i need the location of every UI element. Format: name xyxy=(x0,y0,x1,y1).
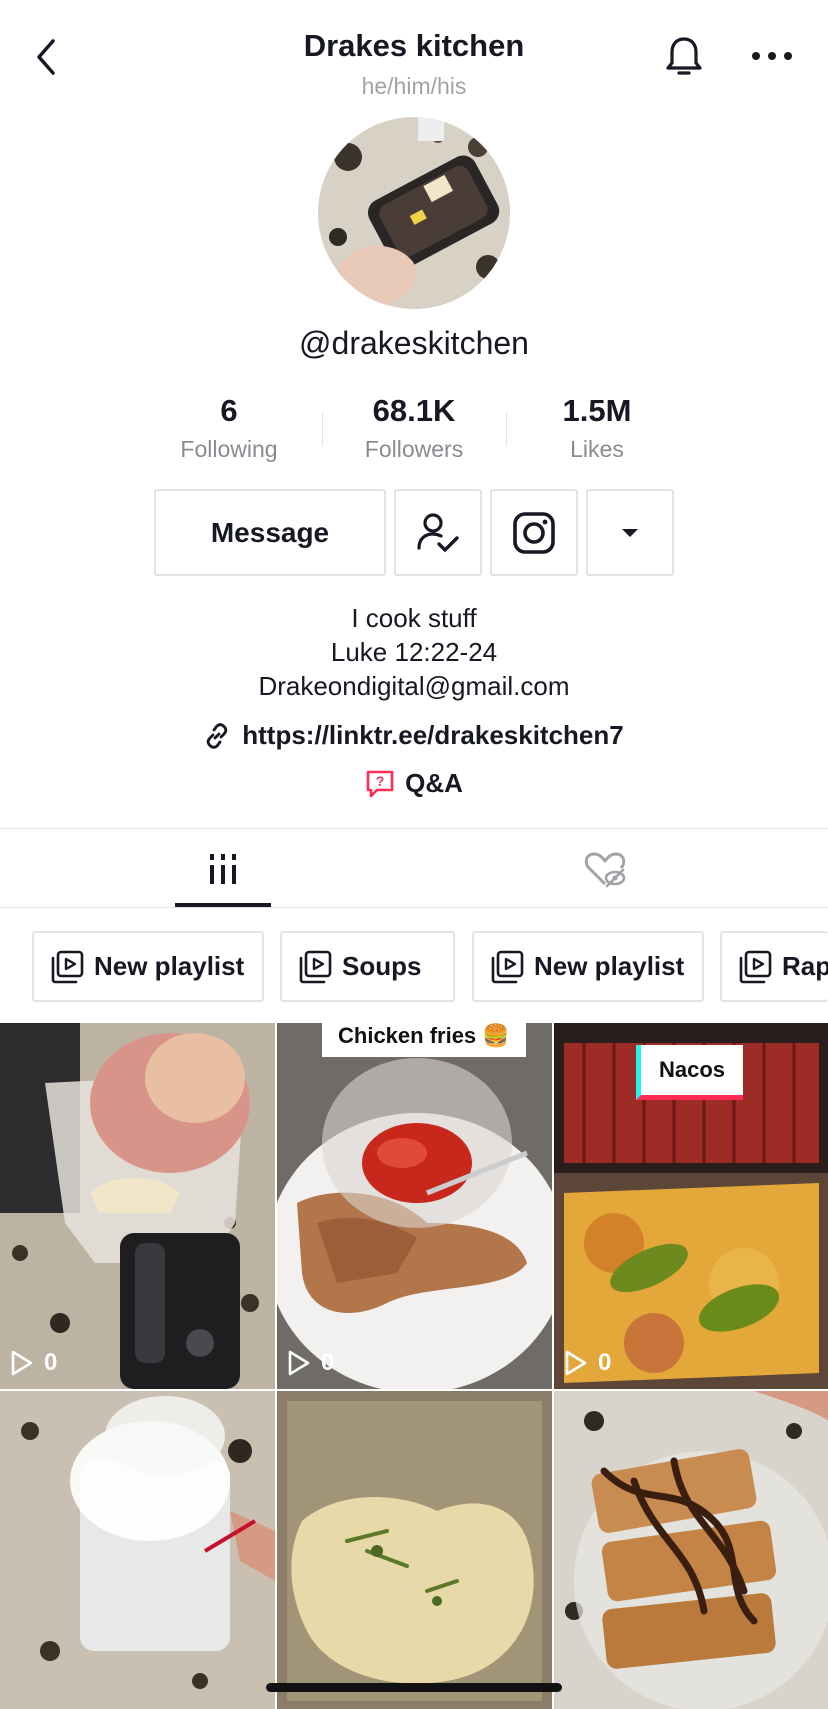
link-text: https://linktr.ee/drakeskitchen7 xyxy=(242,720,624,750)
more-button[interactable] xyxy=(746,34,798,78)
stat-followers[interactable]: 68.1K Followers xyxy=(324,392,504,463)
video-thumbnail[interactable]: Nacos 0 xyxy=(554,1023,828,1389)
playlist-chip[interactable]: Soups xyxy=(280,931,455,1002)
bio-line: Drakeondigital@gmail.com xyxy=(258,671,570,701)
stat-following[interactable]: 6 Following xyxy=(139,392,319,463)
liked-hidden-icon xyxy=(584,852,626,888)
bio-line: I cook stuff xyxy=(351,603,477,633)
view-count-text: 0 xyxy=(44,1349,58,1376)
playlist-label: New playlist xyxy=(534,951,685,981)
view-count-text: 0 xyxy=(321,1349,335,1376)
play-icon xyxy=(565,1350,587,1376)
playlist-label: Soups xyxy=(342,951,422,981)
bio-line: Luke 12:22-24 xyxy=(330,637,498,667)
video-thumbnail[interactable] xyxy=(277,1391,552,1709)
more-horizontal-icon xyxy=(752,52,792,60)
qa-label: Q&A xyxy=(405,768,463,798)
play-icon xyxy=(288,1350,310,1376)
likes-count: 1.5M xyxy=(562,393,632,428)
instagram-button[interactable] xyxy=(490,489,578,576)
stat-divider xyxy=(322,412,323,446)
tab-videos[interactable] xyxy=(175,830,271,908)
question-bubble-icon: ? xyxy=(366,770,394,797)
view-count: 0 xyxy=(10,1349,57,1377)
home-indicator[interactable] xyxy=(266,1683,562,1692)
following-button[interactable] xyxy=(394,489,482,576)
video-thumbnail[interactable]: 0 xyxy=(0,1023,275,1389)
video-thumbnail[interactable] xyxy=(0,1391,275,1709)
followers-count: 68.1K xyxy=(372,393,456,428)
link-icon xyxy=(207,722,228,749)
playlist-chip[interactable]: New playlist xyxy=(32,931,264,1002)
qa-button[interactable]: ? Q&A xyxy=(0,768,828,799)
stat-likes[interactable]: 1.5M Likes xyxy=(507,392,687,463)
likes-label: Likes xyxy=(570,436,624,462)
playlist-icon xyxy=(299,950,332,983)
view-count: 0 xyxy=(287,1349,334,1377)
playlist-label: New playlist xyxy=(94,951,245,981)
video-thumbnail[interactable]: Chicken fries 🍔 0 xyxy=(277,1023,552,1389)
video-title-label: Nacos xyxy=(636,1045,744,1100)
avatar[interactable] xyxy=(318,117,510,309)
play-icon xyxy=(11,1350,33,1376)
playlist-chip[interactable]: New playlist xyxy=(472,931,704,1002)
playlist-chip[interactable]: Rap xyxy=(720,931,828,1002)
playlist-icon xyxy=(51,950,84,983)
tabs-divider xyxy=(0,907,828,908)
tab-liked[interactable] xyxy=(557,830,653,908)
followers-label: Followers xyxy=(364,436,464,462)
tabs-divider xyxy=(0,828,828,829)
caret-down-icon xyxy=(622,528,638,537)
following-label: Following xyxy=(180,436,278,462)
message-button[interactable]: Message xyxy=(154,489,386,576)
more-actions-button[interactable] xyxy=(586,489,674,576)
playlist-icon xyxy=(739,950,772,983)
grid-icon xyxy=(210,854,236,884)
playlist-label: Rap xyxy=(782,951,828,981)
bell-icon xyxy=(666,37,702,75)
playlist-icon xyxy=(491,950,524,983)
view-count: 0 xyxy=(564,1349,611,1377)
following-count: 6 xyxy=(220,393,238,428)
video-title-label: Chicken fries 🍔 xyxy=(322,1023,526,1057)
instagram-icon xyxy=(513,511,555,554)
user-check-icon xyxy=(417,512,459,552)
username: @drakeskitchen xyxy=(299,325,529,361)
svg-text:?: ? xyxy=(376,773,385,789)
profile-link[interactable]: https://linktr.ee/drakeskitchen7 xyxy=(0,720,828,751)
view-count-text: 0 xyxy=(598,1349,612,1376)
video-thumbnail[interactable] xyxy=(554,1391,828,1709)
notifications-button[interactable] xyxy=(658,28,710,86)
